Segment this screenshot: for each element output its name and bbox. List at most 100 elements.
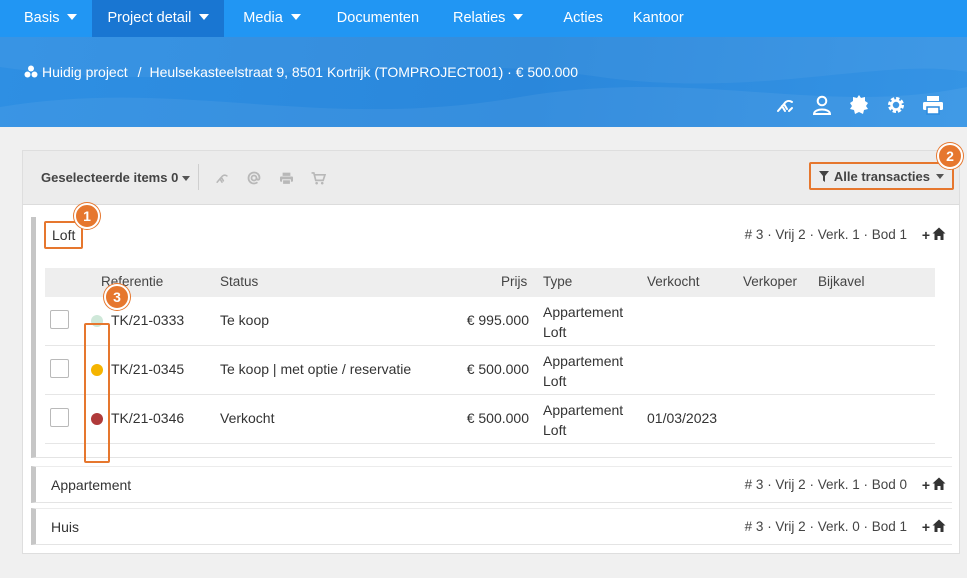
row-type-main: Appartement <box>543 402 624 418</box>
group-title-huis[interactable]: Huis <box>51 519 79 535</box>
row-type: Appartement Loft <box>543 400 623 440</box>
row-prijs: € 500.000 <box>466 361 529 377</box>
annotation-badge-1: 1 <box>74 203 100 229</box>
group-title-appartement[interactable]: Appartement <box>51 477 131 493</box>
caret-down-icon <box>936 173 944 179</box>
nav-relaties[interactable]: Relaties <box>438 0 538 37</box>
row-type-sub: Loft <box>543 373 567 389</box>
row-verkocht: 01/03/2023 <box>647 410 718 426</box>
caret-down-icon <box>513 14 524 20</box>
transactions-table: Referentie Status Prijs Type Verkocht Ve… <box>45 268 935 463</box>
group-stats: # 3 · Vrij 2 · Verk. 1 · Bod 1 <box>744 227 907 242</box>
group-stats: # 3 · Vrij 2 · Verk. 0 · Bod 1 <box>744 519 907 534</box>
toolbar: Geselecteerde items 0 Alle transacties <box>23 151 959 205</box>
breadcrumb-root[interactable]: Huidig project <box>42 64 128 80</box>
group-stats: # 3 · Vrij 2 · Verk. 1 · Bod 0 <box>744 477 907 492</box>
row-checkbox[interactable] <box>50 408 69 427</box>
caret-down-icon <box>290 14 301 20</box>
table-row[interactable]: TK/21-0346 Verkocht € 500.000 Appartemen… <box>45 395 935 444</box>
row-status: Te koop <box>220 312 270 328</box>
status-dot <box>91 364 103 376</box>
row-prijs: € 500.000 <box>466 410 529 426</box>
col-prijs[interactable]: Prijs <box>501 274 527 289</box>
group-huis: Huis # 3 · Vrij 2 · Verk. 0 · Bod 1 + <box>31 508 952 545</box>
nav-project-detail[interactable]: Project detail <box>92 0 225 37</box>
nav-basis-label: Basis <box>24 10 60 26</box>
breadcrumb-separator: / <box>137 64 142 80</box>
row-status: Te koop | met optie / reservatie <box>220 361 412 377</box>
nav-kantoor-label: Kantoor <box>632 10 684 26</box>
nav-media-label: Media <box>243 10 283 26</box>
caret-down-icon <box>182 176 191 181</box>
certificate-icon[interactable] <box>840 92 877 118</box>
selected-items-dropdown[interactable]: Geselecteerde items 0 <box>41 170 191 185</box>
row-checkbox[interactable] <box>50 310 69 329</box>
group-loft: Loft # 3 · Vrij 2 · Verk. 1 · Bod 1 + Re… <box>31 217 952 463</box>
annotation-badge-2: 2 <box>937 143 963 169</box>
add-button[interactable]: + <box>922 227 930 243</box>
annotation-badge-3: 3 <box>104 284 130 310</box>
add-button[interactable]: + <box>922 477 930 493</box>
transaction-filter-label: Alle transacties <box>833 168 930 184</box>
table-row[interactable]: TK/21-0333 Te koop € 995.000 Appartement… <box>45 297 935 346</box>
nav-acties[interactable]: Acties <box>548 0 618 37</box>
nav-kantoor[interactable]: Kantoor <box>618 0 699 37</box>
row-type-main: Appartement <box>543 304 624 320</box>
status-dot <box>91 315 103 327</box>
transaction-filter-button[interactable]: Alle transacties <box>808 162 954 190</box>
project-header: Huidig project / Heulsekasteelstraat 9, … <box>0 37 967 127</box>
table-row[interactable]: TK/21-0345 Te koop | met optie / reserva… <box>45 346 935 395</box>
row-referentie[interactable]: TK/21-0346 <box>111 410 184 426</box>
cubes-icon <box>24 65 38 78</box>
at-icon[interactable] <box>243 168 265 188</box>
home-icon[interactable] <box>932 227 946 241</box>
row-referentie[interactable]: TK/21-0333 <box>111 312 184 328</box>
user-icon[interactable] <box>803 92 840 118</box>
status-dot <box>91 413 103 425</box>
nav-documenten[interactable]: Documenten <box>322 0 434 37</box>
gear-icon[interactable] <box>877 92 914 118</box>
add-button[interactable]: + <box>922 519 930 535</box>
row-type: Appartement Loft <box>543 302 623 342</box>
col-verkocht[interactable]: Verkocht <box>647 274 700 289</box>
selected-items-label: Geselecteerde items 0 <box>41 170 179 185</box>
cart-icon[interactable] <box>307 168 329 188</box>
group-header: Appartement # 3 · Vrij 2 · Verk. 1 · Bod… <box>36 467 952 504</box>
print-icon[interactable] <box>275 168 297 188</box>
nav-basis[interactable]: Basis <box>0 0 92 37</box>
breadcrumb-current: Heulsekasteelstraat 9, 8501 Kortrijk (TO… <box>149 64 578 80</box>
row-type-main: Appartement <box>543 353 624 369</box>
col-bijkavel[interactable]: Bijkavel <box>818 274 865 289</box>
col-status[interactable]: Status <box>220 274 258 289</box>
group-header: Huis # 3 · Vrij 2 · Verk. 0 · Bod 1 + <box>36 509 952 546</box>
row-type: Appartement Loft <box>543 351 623 391</box>
nav-project-detail-label: Project detail <box>107 10 192 26</box>
group-header: Loft # 3 · Vrij 2 · Verk. 1 · Bod 1 + <box>36 217 952 254</box>
col-type[interactable]: Type <box>543 274 572 289</box>
home-icon[interactable] <box>932 519 946 533</box>
handshake-icon[interactable] <box>211 168 233 188</box>
handshake-icon[interactable] <box>766 92 803 118</box>
caret-down-icon <box>67 14 78 20</box>
transactions-card: Geselecteerde items 0 Alle transacties L… <box>22 150 960 554</box>
print-icon[interactable] <box>914 92 951 118</box>
row-status: Verkocht <box>220 410 275 426</box>
filter-icon <box>818 170 829 182</box>
row-type-sub: Loft <box>543 324 567 340</box>
top-nav: Basis Project detail Media Documenten Re… <box>0 0 967 37</box>
row-referentie[interactable]: TK/21-0345 <box>111 361 184 377</box>
breadcrumb: Huidig project / Heulsekasteelstraat 9, … <box>24 64 578 80</box>
header-actions <box>766 92 951 118</box>
nav-documenten-label: Documenten <box>336 10 420 26</box>
toolbar-divider <box>198 164 199 190</box>
table-header: Referentie Status Prijs Type Verkocht Ve… <box>45 268 935 297</box>
row-prijs: € 995.000 <box>466 312 529 328</box>
nav-acties-label: Acties <box>563 10 603 26</box>
home-icon[interactable] <box>932 477 946 491</box>
nav-relaties-label: Relaties <box>453 10 506 26</box>
row-checkbox[interactable] <box>50 359 69 378</box>
group-appartement: Appartement # 3 · Vrij 2 · Verk. 1 · Bod… <box>31 466 952 503</box>
col-verkoper[interactable]: Verkoper <box>743 274 797 289</box>
nav-media[interactable]: Media <box>228 0 316 37</box>
row-type-sub: Loft <box>543 422 567 438</box>
